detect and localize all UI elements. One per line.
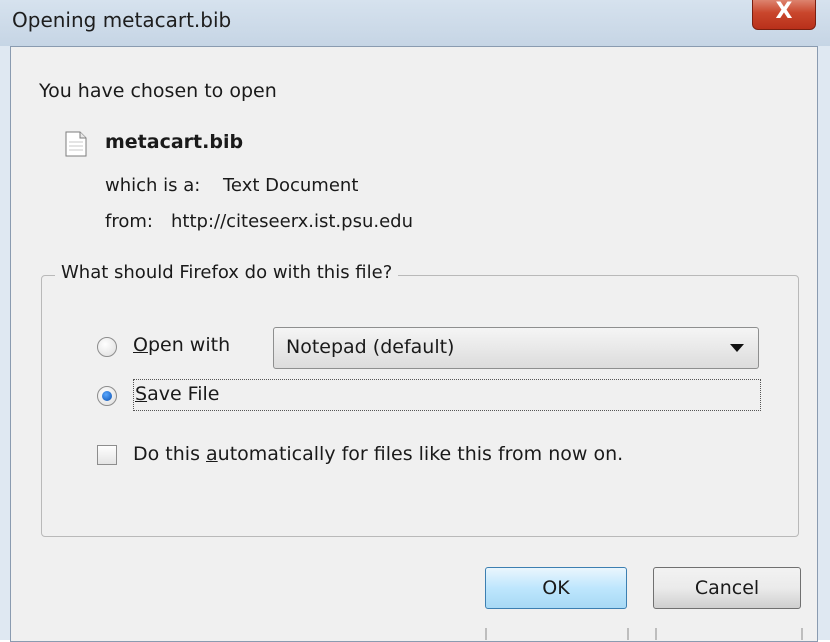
- file-source-label: from:: [105, 211, 153, 232]
- cancel-button[interactable]: Cancel: [653, 567, 801, 609]
- window-title: Opening metacart.bib: [12, 8, 232, 32]
- close-button[interactable]: X: [752, 0, 816, 30]
- auto-mnemonic: a: [206, 443, 218, 465]
- save-file-label[interactable]: Save File: [135, 383, 219, 405]
- open-with-mnemonic: O: [133, 334, 148, 356]
- save-file-radio[interactable]: [97, 386, 117, 406]
- open-with-radio[interactable]: [97, 337, 117, 357]
- ok-button[interactable]: OK: [485, 567, 627, 609]
- save-file-label-rest: ave File: [147, 383, 220, 405]
- auto-checkbox[interactable]: [97, 445, 117, 465]
- save-file-mnemonic: S: [135, 383, 148, 405]
- file-type-label: which is a:: [105, 175, 201, 196]
- auto-label-prefix: Do this: [133, 443, 207, 465]
- file-name: metacart.bib: [105, 131, 244, 153]
- auto-label-rest: utomatically for files like this from no…: [217, 443, 624, 465]
- clipped-button-row: [485, 628, 803, 640]
- auto-label[interactable]: Do this automatically for files like thi…: [133, 443, 623, 465]
- open-with-app-value: Notepad (default): [286, 336, 455, 358]
- open-with-label-rest: pen with: [147, 334, 231, 356]
- action-group-legend: What should Firefox do with this file?: [55, 262, 399, 283]
- open-with-select[interactable]: Notepad (default): [273, 327, 759, 369]
- close-icon: X: [775, 0, 793, 24]
- file-type-value: Text Document: [223, 175, 359, 196]
- dialog-frame: Opening metacart.bib X You have chosen t…: [0, 0, 830, 642]
- open-with-label[interactable]: Open with: [133, 334, 230, 356]
- text-file-icon: [65, 131, 87, 157]
- dropdown-arrow-icon: [730, 344, 744, 352]
- focus-outline: [133, 379, 761, 411]
- file-source-value: http://citeseerx.ist.psu.edu: [171, 211, 413, 232]
- intro-text: You have chosen to open: [39, 80, 277, 102]
- title-bar[interactable]: Opening metacart.bib: [0, 0, 830, 46]
- dialog-body: You have chosen to open metacart.bib whi…: [10, 46, 818, 642]
